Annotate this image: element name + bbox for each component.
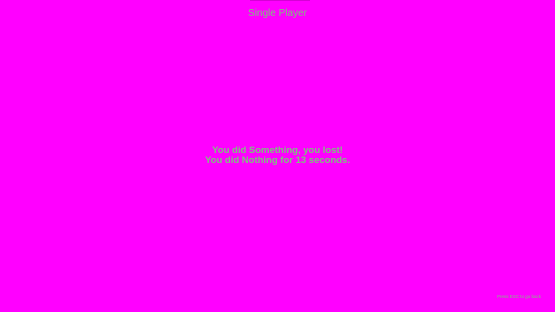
game-screen: Single Player You did Something, you los… bbox=[0, 0, 555, 312]
top-edge-decoration bbox=[250, 0, 310, 1]
result-message: You did Something, you lost! You did Not… bbox=[0, 146, 555, 166]
back-hint: Press ESC to go back bbox=[496, 294, 541, 299]
mode-title: Single Player bbox=[248, 8, 307, 19]
result-line-time: You did Nothing for 13 seconds. bbox=[205, 155, 350, 166]
